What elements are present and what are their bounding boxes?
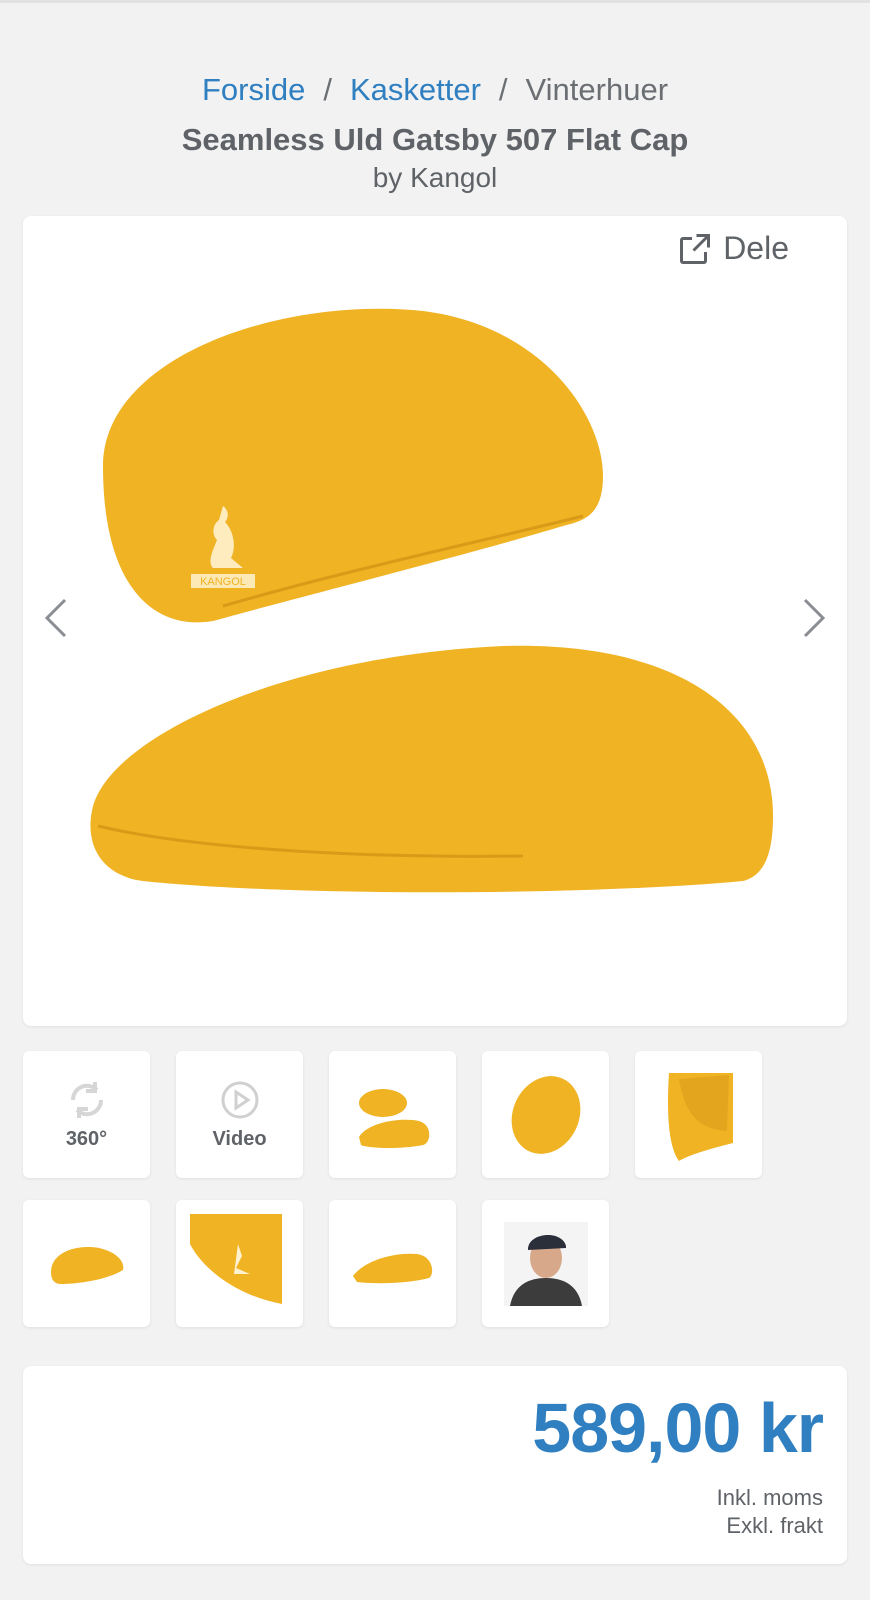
shipping-note: Exkl. frakt [726,1513,823,1538]
model-wearing-cap-image [503,1221,588,1306]
breadcrumb-separator: / [498,72,508,107]
thumb-image-4[interactable] [23,1200,150,1327]
breadcrumb-home-link[interactable]: Forside [202,72,305,107]
thumb-video-label: Video [212,1128,267,1150]
price-card: 589,00 kr Inkl. moms Exkl. frakt [23,1366,847,1564]
cap-top-image [511,1075,580,1154]
thumb-image-5[interactable] [176,1200,303,1327]
play-circle-icon [221,1081,258,1119]
svg-text:KANGOL: KANGOL [200,576,246,588]
thumb-image-1[interactable] [329,1051,456,1178]
product-image: KANGOL [90,308,773,893]
cap-profile-image [352,1253,432,1283]
cap-inside-image [667,1072,733,1161]
breadcrumb-caps-link[interactable]: Kasketter [350,72,481,107]
thumb-image-2[interactable] [482,1051,609,1178]
thumb-model-photo[interactable] [482,1200,609,1327]
thumb-360-view[interactable]: 360° [23,1051,150,1178]
chevron-right-icon[interactable] [799,596,829,640]
cap-logo-closeup-image [189,1213,282,1304]
external-link-icon [680,233,711,264]
product-price: 589,00 kr [532,1389,824,1467]
product-brand[interactable]: by Kangol [0,162,870,194]
cap-side-image [50,1246,123,1284]
breadcrumb-separator: / [323,72,332,107]
breadcrumb: Forside / Kasketter / Vinterhuer [0,72,870,108]
rotate-icon [70,1082,103,1118]
thumb-image-3[interactable] [635,1051,762,1178]
cap-pair-image [358,1088,429,1148]
share-button[interactable]: Dele [677,230,789,267]
top-divider [0,0,870,6]
thumb-360-label: 360° [65,1128,108,1150]
product-title: Seamless Uld Gatsby 507 Flat Cap [181,122,689,157]
vat-note: Inkl. moms [716,1485,823,1510]
breadcrumb-current: Vinterhuer [525,72,669,107]
product-gallery: Dele KANGOL [23,216,847,1026]
thumb-video[interactable]: Video [176,1051,303,1178]
thumb-image-6[interactable] [329,1200,456,1327]
share-label: Dele [723,230,789,266]
price-notes: Inkl. moms Exkl. frakt [717,1484,823,1540]
chevron-left-icon[interactable] [41,596,71,640]
